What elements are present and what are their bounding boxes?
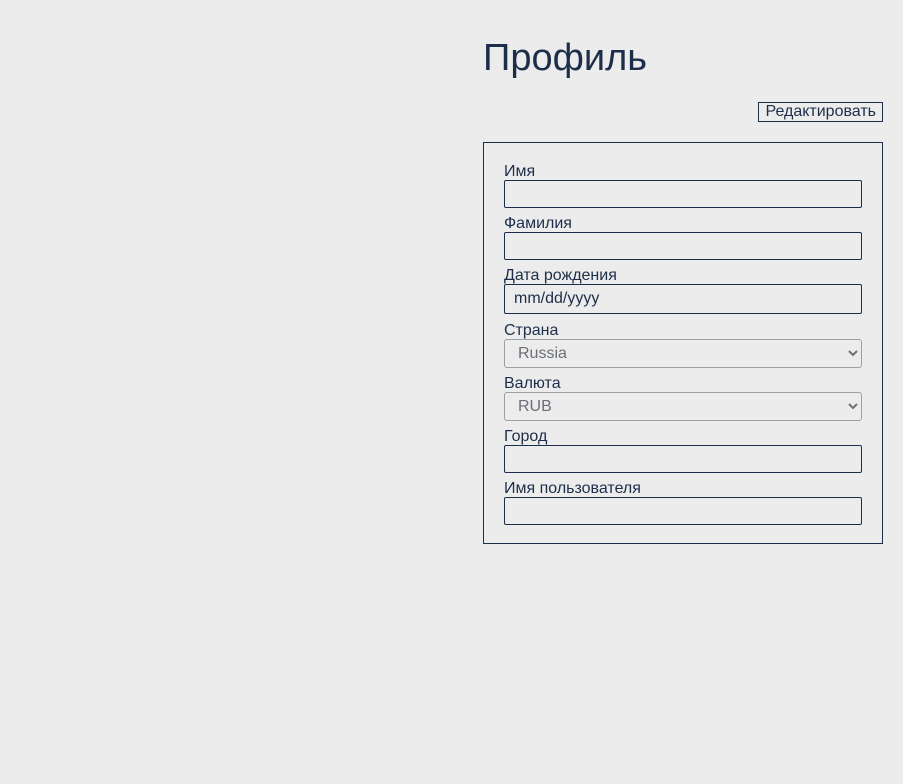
- edit-button[interactable]: Редактировать: [758, 102, 883, 122]
- last-name-input[interactable]: [504, 232, 862, 260]
- first-name-input[interactable]: [504, 180, 862, 208]
- currency-field: Валюта RUB: [504, 375, 862, 421]
- city-input[interactable]: [504, 445, 862, 473]
- country-field: Страна Russia: [504, 322, 862, 368]
- birth-date-label: Дата рождения: [504, 267, 617, 284]
- username-input[interactable]: [504, 497, 862, 525]
- birth-date-field: Дата рождения: [504, 267, 862, 314]
- city-field: Город: [504, 428, 862, 473]
- city-label: Город: [504, 428, 548, 445]
- last-name-field: Фамилия: [504, 215, 862, 260]
- username-field: Имя пользователя: [504, 480, 862, 525]
- first-name-field: Имя: [504, 163, 862, 208]
- page-title: Профиль: [483, 37, 648, 79]
- currency-label: Валюта: [504, 375, 561, 392]
- username-label: Имя пользователя: [504, 480, 641, 497]
- first-name-label: Имя: [504, 163, 536, 180]
- currency-select[interactable]: RUB: [504, 392, 862, 421]
- birth-date-input[interactable]: [504, 284, 862, 314]
- country-select[interactable]: Russia: [504, 339, 862, 368]
- profile-form: Имя Фамилия Дата рождения Страна Russia …: [483, 142, 883, 544]
- last-name-label: Фамилия: [504, 215, 572, 232]
- country-label: Страна: [504, 322, 559, 339]
